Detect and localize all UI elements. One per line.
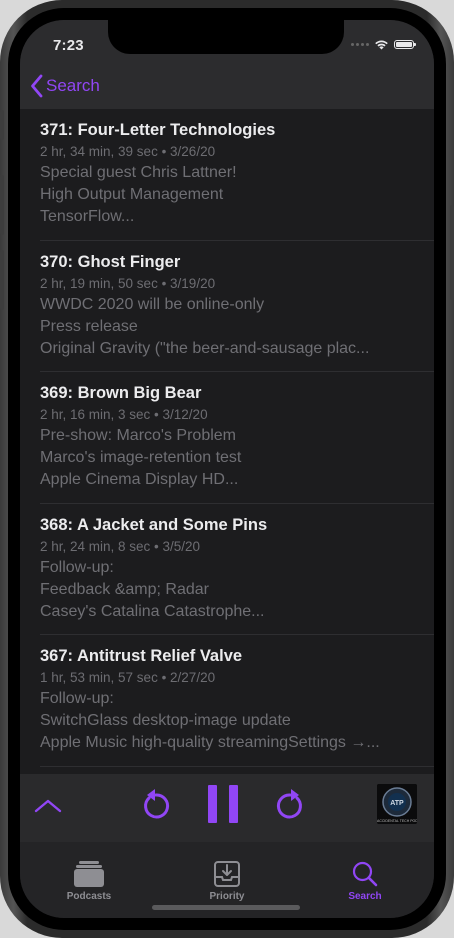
back-button-label: Search: [46, 76, 100, 95]
episode-title: 369: Brown Big Bear: [40, 384, 202, 402]
volume-up-button: [0, 175, 4, 235]
episode-meta: 2 hr, 24 min, 8 sec • 3/5/20: [40, 538, 201, 554]
episode-note: High Output Management: [40, 186, 224, 203]
tab-bar: Podcasts Priority Search: [20, 842, 434, 918]
episode-title: 367: Antitrust Relief Valve: [40, 647, 243, 665]
episode-list[interactable]: 371: Four-Letter Technologies 2 hr, 34 m…: [20, 109, 434, 774]
episode-note: Follow-up:: [40, 558, 114, 576]
episode-meta: 2 hr, 34 min, 39 sec • 3/26/20: [40, 144, 216, 159]
episode-note: Pre-show: Marco's Problem: [40, 427, 236, 444]
chevron-up-icon: [34, 799, 62, 813]
now-playing-bar: ATP ACCIDENTAL TECH PODCAST: [20, 774, 434, 842]
episode-meta: 2 hr, 16 min, 3 sec • 3/12/20: [40, 407, 208, 422]
battery-icon: [394, 40, 416, 49]
expand-player-button[interactable]: [32, 794, 64, 818]
wifi-icon: [375, 40, 388, 50]
tab-label: Search: [348, 891, 382, 902]
episode-row[interactable]: 370: Ghost Finger 2 hr, 19 min, 50 sec •…: [20, 241, 434, 373]
episode-note: Follow-up:: [40, 690, 114, 707]
back-button[interactable]: Search: [30, 74, 100, 98]
notch: [108, 20, 344, 54]
episode-meta: 1 hr, 53 min, 57 sec • 2/27/20: [40, 670, 216, 685]
episode-title: 370: Ghost Finger: [40, 252, 181, 271]
status-bar: 7:23: [20, 20, 434, 64]
artwork-caption: ACCIDENTAL TECH PODCAST: [377, 819, 417, 823]
device-frame: 7:23 Search 371: Four-Letter Technologie…: [0, 0, 454, 938]
episode-note: Apple Cinema Display HD...: [40, 471, 239, 488]
episode-artwork[interactable]: ATP ACCIDENTAL TECH PODCAST: [377, 784, 417, 824]
episode-note: Special guest Chris Lattner!: [40, 164, 237, 181]
mute-switch: [0, 110, 4, 140]
episode-note: Feedback &amp; Radar: [40, 580, 209, 598]
rotate-back-icon: [144, 789, 170, 819]
episode-note: TensorFlow...: [40, 208, 135, 225]
episode-note: Apple Music high-quality streamingSettin…: [40, 734, 380, 751]
episode-note: Original Gravity ("the beer-and-sausage …: [40, 339, 370, 357]
episode-note: SwitchGlass desktop-image update: [40, 712, 291, 729]
episode-row[interactable]: 369: Brown Big Bear 2 hr, 16 min, 3 sec …: [20, 372, 434, 504]
cellular-signal-icon: [351, 43, 369, 46]
screen: 7:23 Search 371: Four-Letter Technologie…: [20, 20, 434, 918]
microphone-badge-icon: ATP: [377, 784, 417, 824]
episode-title: 371: Four-Letter Technologies: [40, 121, 276, 139]
pause-button[interactable]: [206, 784, 240, 824]
episode-row[interactable]: 371: Four-Letter Technologies 2 hr, 34 m…: [20, 109, 434, 241]
status-time: 7:23: [53, 37, 84, 54]
tab-podcasts[interactable]: Podcasts: [20, 842, 158, 902]
tab-label: Priority: [209, 891, 245, 902]
tray-download-icon: [214, 861, 240, 887]
episode-note: WWDC 2020 will be online-only: [40, 295, 265, 313]
skip-forward-button[interactable]: [274, 787, 306, 821]
magnifying-glass-icon: [352, 861, 378, 887]
episode-note: Marco's image-retention test: [40, 449, 242, 466]
svg-text:ATP: ATP: [390, 800, 404, 807]
episode-title: 368: A Jacket and Some Pins: [40, 515, 268, 534]
rotate-forward-icon: [276, 789, 302, 819]
power-button: [450, 205, 454, 300]
pause-icon: [208, 785, 238, 823]
episode-note: Press release: [40, 317, 138, 335]
episode-row[interactable]: 367: Antitrust Relief Valve 1 hr, 53 min…: [20, 635, 434, 767]
navigation-bar: Search: [20, 64, 434, 109]
tab-label: Podcasts: [66, 891, 112, 902]
episode-meta: 2 hr, 19 min, 50 sec • 3/19/20: [40, 275, 216, 291]
stack-icon: [74, 861, 104, 887]
volume-down-button: [0, 250, 4, 310]
episode-row[interactable]: 368: A Jacket and Some Pins 2 hr, 24 min…: [20, 504, 434, 636]
home-indicator[interactable]: [152, 905, 300, 910]
tab-search[interactable]: Search: [296, 842, 434, 902]
skip-back-button[interactable]: [140, 787, 172, 821]
chevron-left-icon: [31, 74, 43, 98]
episode-note: Casey's Catalina Catastrophe...: [40, 602, 265, 620]
status-icons: [351, 39, 416, 50]
tab-priority[interactable]: Priority: [158, 842, 296, 902]
